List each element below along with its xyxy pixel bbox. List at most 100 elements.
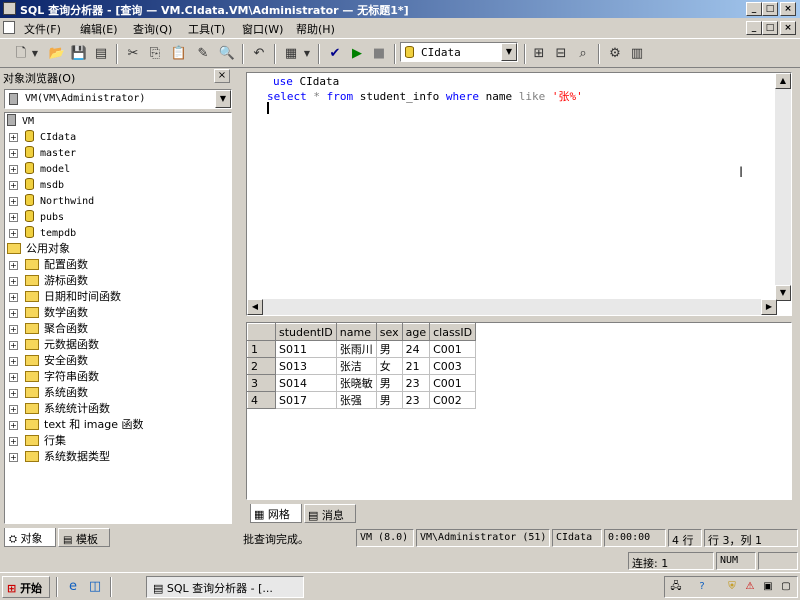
- cancel-query-icon[interactable]: ■: [370, 45, 388, 63]
- column-header[interactable]: studentID: [275, 323, 337, 341]
- database-select[interactable]: CIdata ▼: [400, 42, 518, 62]
- table-cell[interactable]: C001: [429, 374, 477, 392]
- scroll-down-icon[interactable]: ▼: [775, 285, 791, 301]
- expand-icon[interactable]: +: [9, 357, 18, 366]
- load-script-icon[interactable]: ▤: [92, 45, 110, 63]
- table-cell[interactable]: 张晓敏: [335, 374, 377, 392]
- tab-templates[interactable]: ▤ 模板: [58, 528, 110, 547]
- undo-icon[interactable]: ↶: [250, 45, 268, 63]
- close-button[interactable]: ×: [780, 2, 796, 16]
- help-icon[interactable]: ?: [695, 580, 709, 594]
- expand-icon[interactable]: +: [9, 405, 18, 414]
- tab-messages[interactable]: ▤ 消息: [304, 504, 356, 523]
- table-cell[interactable]: 张洁: [335, 357, 377, 375]
- table-cell[interactable]: 24: [401, 340, 431, 358]
- expand-icon[interactable]: +: [9, 421, 18, 430]
- minimize-button[interactable]: _: [746, 2, 762, 16]
- column-header[interactable]: sex: [375, 323, 403, 341]
- menu-file[interactable]: 文件(F): [24, 21, 61, 37]
- menu-help[interactable]: 帮助(H): [296, 21, 335, 37]
- expand-icon[interactable]: +: [9, 277, 18, 286]
- expand-icon[interactable]: +: [9, 133, 18, 142]
- parse-query-icon[interactable]: ✔: [326, 45, 344, 63]
- table-cell[interactable]: 23: [401, 374, 431, 392]
- table-cell[interactable]: 女: [375, 357, 403, 375]
- expand-icon[interactable]: +: [9, 165, 18, 174]
- table-cell[interactable]: S013: [275, 357, 337, 375]
- table-cell[interactable]: S017: [275, 391, 337, 409]
- execute-query-icon[interactable]: ▶: [348, 45, 366, 63]
- show-desktop-icon[interactable]: ◫: [86, 578, 104, 596]
- execution-plan-icon[interactable]: ⊞: [530, 45, 548, 63]
- editor-vertical-scrollbar[interactable]: ▲ ▼: [775, 73, 791, 301]
- editor-horizontal-scrollbar[interactable]: ◀ ▶: [247, 299, 777, 315]
- table-cell[interactable]: S011: [275, 340, 337, 358]
- menu-tools[interactable]: 工具(T): [188, 21, 225, 37]
- row-number[interactable]: 1: [247, 340, 276, 358]
- server-select[interactable]: VM(VM\Administrator) ▼: [4, 89, 232, 109]
- expand-icon[interactable]: +: [9, 213, 18, 222]
- column-header[interactable]: age: [401, 323, 431, 341]
- maximize-button[interactable]: □: [762, 2, 778, 16]
- expand-icon[interactable]: +: [9, 341, 18, 350]
- expand-icon[interactable]: +: [9, 197, 18, 206]
- row-number[interactable]: 2: [247, 357, 276, 375]
- expand-icon[interactable]: +: [9, 309, 18, 318]
- scroll-right-icon[interactable]: ▶: [761, 299, 777, 315]
- child-minimize-button[interactable]: _: [746, 21, 762, 35]
- expand-icon[interactable]: +: [9, 437, 18, 446]
- query-editor[interactable]: use CIdata select * from student_info wh…: [246, 72, 792, 316]
- scroll-left-icon[interactable]: ◀: [247, 299, 263, 315]
- menu-query[interactable]: 查询(Q): [133, 21, 172, 37]
- table-cell[interactable]: 男: [375, 340, 403, 358]
- table-cell[interactable]: 23: [401, 391, 431, 409]
- child-close-button[interactable]: ×: [780, 21, 796, 35]
- expand-icon[interactable]: +: [9, 453, 18, 462]
- internet-explorer-icon[interactable]: e: [64, 578, 82, 596]
- show-results-pane-icon[interactable]: ▥: [628, 45, 646, 63]
- sql-server-service-icon[interactable]: ▣: [761, 580, 775, 594]
- child-restore-button[interactable]: □: [762, 21, 778, 35]
- table-cell[interactable]: 男: [375, 374, 403, 392]
- copy-icon[interactable]: ⎘: [146, 45, 164, 63]
- expand-icon[interactable]: +: [9, 293, 18, 302]
- table-cell[interactable]: C003: [429, 357, 477, 375]
- expand-icon[interactable]: +: [9, 325, 18, 334]
- save-icon[interactable]: 💾: [70, 45, 88, 63]
- open-icon[interactable]: 📂: [48, 45, 66, 63]
- chevron-down-icon[interactable]: ▼: [501, 43, 517, 61]
- scroll-up-icon[interactable]: ▲: [775, 73, 791, 89]
- results-grid-icon[interactable]: ▦: [282, 45, 300, 63]
- security-shield-icon[interactable]: ⛨: [725, 580, 739, 594]
- menu-edit[interactable]: 编辑(E): [80, 21, 118, 37]
- tab-objects[interactable]: ⛭ 对象: [4, 528, 56, 547]
- expand-icon[interactable]: +: [9, 373, 18, 382]
- start-button[interactable]: ⊞ 开始: [2, 576, 50, 598]
- results-dropdown-icon[interactable]: ▼: [302, 45, 312, 63]
- object-browser-toggle-icon[interactable]: ⊟: [552, 45, 570, 63]
- alert-icon[interactable]: ⚠: [743, 580, 757, 594]
- row-number[interactable]: 4: [247, 391, 276, 409]
- column-header[interactable]: classID: [429, 323, 477, 341]
- column-header[interactable]: name: [335, 323, 377, 341]
- table-cell[interactable]: 张雨川: [335, 340, 377, 358]
- tab-grid[interactable]: ▦ 网格: [250, 504, 302, 523]
- table-cell[interactable]: C001: [429, 340, 477, 358]
- expand-icon[interactable]: +: [9, 389, 18, 398]
- find-icon[interactable]: 🔍: [218, 45, 236, 63]
- taskbar-task-query-analyzer[interactable]: ▤ SQL 查询分析器 - [...: [146, 576, 304, 598]
- expand-icon[interactable]: +: [9, 229, 18, 238]
- chevron-down-icon[interactable]: ▼: [215, 90, 231, 108]
- current-connection-properties-icon[interactable]: ⚙: [606, 45, 624, 63]
- new-query-icon[interactable]: 🗋: [12, 45, 30, 63]
- row-number[interactable]: 3: [247, 374, 276, 392]
- table-cell[interactable]: 男: [375, 391, 403, 409]
- network-icon[interactable]: 🖧: [669, 580, 683, 594]
- table-cell[interactable]: 21: [401, 357, 431, 375]
- expand-icon[interactable]: +: [9, 261, 18, 270]
- table-cell[interactable]: C002: [429, 391, 477, 409]
- computer-icon[interactable]: ▢: [779, 580, 793, 594]
- cut-icon[interactable]: ✂: [124, 45, 142, 63]
- expand-icon[interactable]: +: [9, 149, 18, 158]
- expand-icon[interactable]: +: [9, 181, 18, 190]
